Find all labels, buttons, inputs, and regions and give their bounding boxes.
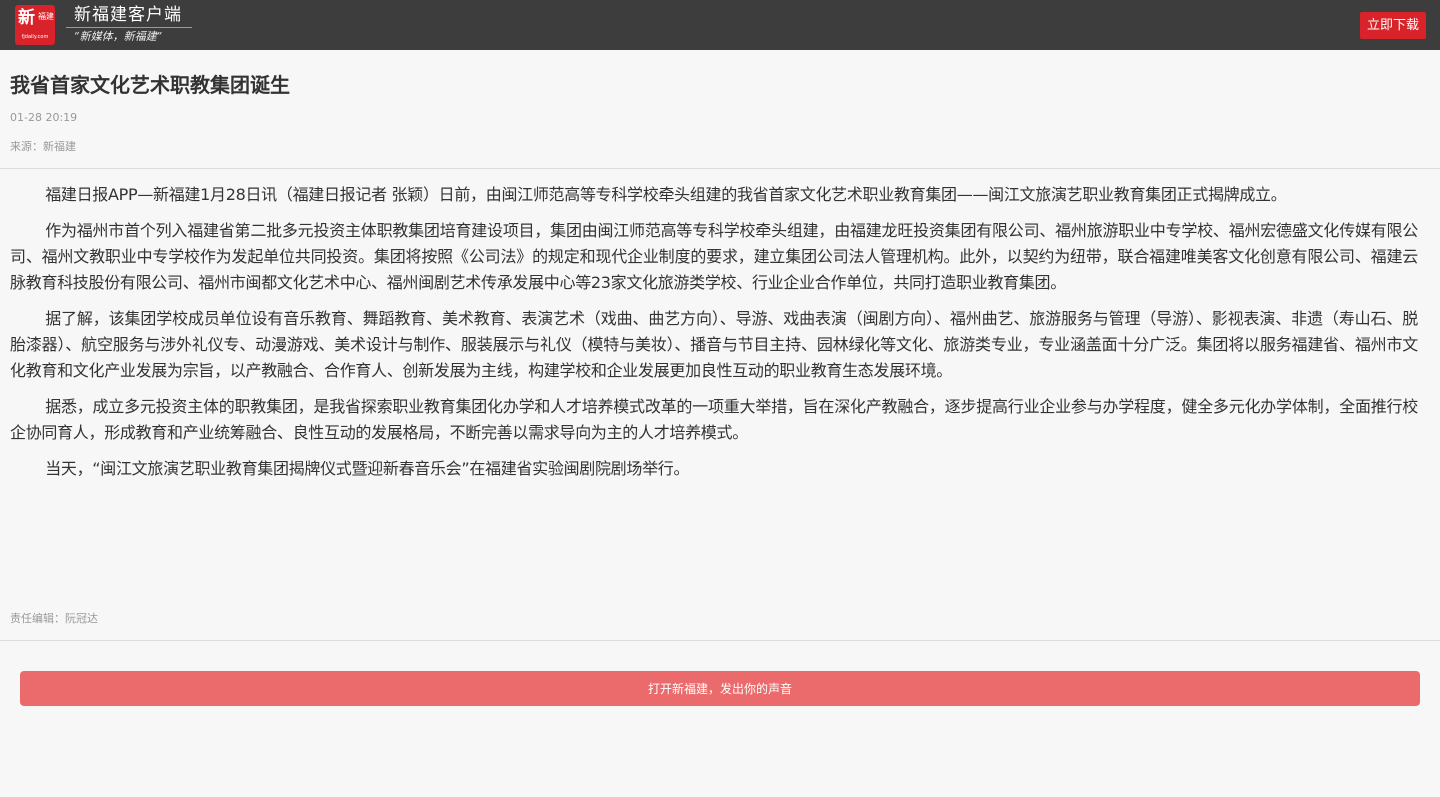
article-header: 我省首家文化艺术职教集团诞生 01-28 20:19 来源：新福建	[0, 50, 1440, 169]
article-editor: 责任编辑：阮冠达	[10, 612, 98, 625]
brand-divider	[66, 27, 192, 28]
fjdaily-logo-icon[interactable]: 新 福建 fjdaily.com	[15, 5, 55, 45]
article-body: 福建日报APP—新福建1月28日讯（福建日报记者 张颖）日前，由闽江师范高等专科…	[10, 182, 1418, 492]
app-top-bar: 新 福建 fjdaily.com 新福建客户端 “新媒体，新福建” 立即下载	[0, 0, 1440, 50]
article-source: 来源：新福建	[10, 140, 76, 153]
article-paragraph: 当天，“闽江文旅演艺职业教育集团揭牌仪式暨迎新春音乐会”在福建省实验闽剧院剧场举…	[45, 459, 690, 478]
footer-divider	[0, 640, 1440, 641]
article-paragraph: 福建日报APP—新福建1月28日讯（福建日报记者 张颖）日前，由闽江师范高等专科…	[45, 185, 1287, 204]
open-app-button[interactable]: 打开新福建，发出你的声音	[20, 671, 1420, 706]
download-app-button[interactable]: 立即下载	[1359, 12, 1426, 39]
logo-char-small: 福建	[38, 12, 54, 21]
app-name: 新福建客户端	[74, 5, 182, 25]
article-paragraph: 据悉，成立多元投资主体的职教集团，是我省探索职业教育集团化办学和人才培养模式改革…	[10, 397, 1418, 442]
logo-char-big: 新	[18, 8, 35, 28]
article-paragraph: 据了解，该集团学校成员单位设有音乐教育、舞蹈教育、美术教育、表演艺术（戏曲、曲艺…	[10, 309, 1418, 380]
article-time: 01-28 20:19	[10, 111, 78, 124]
article-title: 我省首家文化艺术职教集团诞生	[10, 73, 290, 97]
app-slogan: “新媒体，新福建”	[74, 30, 163, 43]
logo-domain: fjdaily.com	[21, 34, 49, 40]
article-paragraph: 作为福州市首个列入福建省第二批多元投资主体职教集团培育建设项目，集团由闽江师范高…	[10, 221, 1418, 292]
